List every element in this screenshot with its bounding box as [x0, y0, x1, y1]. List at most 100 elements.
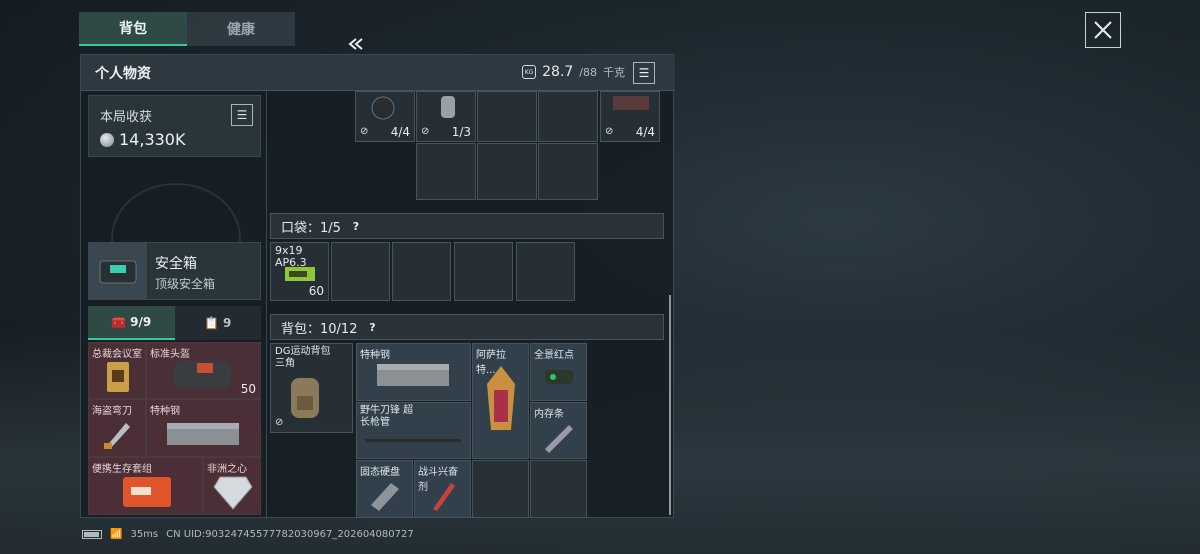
pocket-slot[interactable]: 9x19 AP6.3 60 [270, 242, 329, 301]
collapse-chevron-icon[interactable] [347, 38, 365, 54]
item-label: 野牛刀锋 超长枪管 [360, 405, 414, 428]
survival-kit-icon [117, 472, 177, 512]
ssd-icon [367, 477, 403, 516]
empty-slot[interactable] [477, 143, 537, 200]
sort-list-button[interactable]: ☰ [633, 62, 655, 84]
weight-value: 28.7 [542, 64, 574, 80]
harvest-card: 本局收获 14,330K ☰ [88, 95, 261, 157]
backpack-item[interactable]: 阿萨拉特... [472, 343, 529, 459]
empty-slot[interactable] [516, 242, 575, 301]
bag-label: DG运动背包 三角 [275, 346, 331, 369]
personal-supplies-panel: 个人物资 KG 28.7/88 千克 ☰ 本局收获 14,330K ☰ 安全箱 顶… [80, 54, 675, 519]
barrel-icon [363, 437, 463, 448]
ram-stick-icon [541, 419, 577, 458]
item-label: 全景红点 [534, 350, 574, 361]
diamond-icon [210, 470, 256, 512]
backpack-item[interactable]: 固态硬盘 [356, 460, 413, 518]
empty-slot[interactable] [454, 242, 513, 301]
panel-header: 个人物资 KG 28.7/88 千克 ☰ [81, 55, 675, 91]
backpack-item[interactable]: 全景红点 [530, 343, 587, 401]
pocket-header: 口袋：1/5? [270, 213, 664, 239]
status-footer: 📶 35ms CN UID:903247455777820309​67_2026… [82, 529, 414, 540]
toolbox-icon: 🧰 [111, 315, 127, 329]
weight-max: /88 [579, 65, 597, 79]
durability-count: 50 [240, 382, 256, 396]
harvest-label: 本局收获 [100, 110, 153, 125]
empty-slot[interactable] [392, 242, 451, 301]
backpack-item[interactable]: 特种钢 [356, 343, 471, 401]
left-column: 本局收获 14,330K ☰ 安全箱 顶级安全箱 🧰 9/9 📋 9 总裁会议室 标… [81, 91, 265, 519]
help-icon[interactable]: ? [349, 219, 363, 233]
stack-count: 4/4 [390, 125, 410, 139]
pocket-title: 口袋：1/5 [281, 220, 341, 236]
steel-bar-icon [165, 416, 241, 452]
red-dot-sight-icon [543, 364, 575, 391]
container-slot[interactable]: ⊘ 4/4 [600, 91, 660, 142]
weight-readout: KG 28.7/88 千克 [522, 64, 625, 80]
top-tabs: 背包 健康 [79, 12, 295, 46]
close-icon [1094, 21, 1112, 39]
ping-value: 35ms [130, 529, 159, 540]
no-sell-icon: ⊘ [275, 417, 284, 428]
backpack-item[interactable]: 野牛刀锋 超长枪管 [356, 402, 471, 459]
close-button[interactable] [1085, 12, 1121, 48]
empty-slot[interactable] [472, 460, 529, 518]
empty-slot[interactable] [538, 143, 598, 200]
list-icon: ☰ [236, 108, 248, 122]
ammo-count: 60 [308, 284, 324, 298]
keycard-icon [99, 359, 137, 395]
backpack-item[interactable]: 内存条 [530, 402, 587, 459]
empty-slot[interactable] [530, 460, 587, 518]
lantern-icon [481, 364, 521, 441]
loadout-slot[interactable]: 海盗弯刀 [88, 399, 146, 457]
tab-clipboard-items[interactable]: 📋 9 [174, 306, 261, 340]
tab-safebox-items[interactable]: 🧰 9/9 [88, 306, 175, 340]
no-sell-icon: ⊘ [360, 126, 369, 137]
syringe-icon [427, 477, 459, 516]
safebox-type: 顶级安全箱 [155, 277, 216, 291]
wifi-icon: 📶 [110, 529, 123, 540]
tab-clipboard-count: 9 [223, 316, 232, 330]
battery-icon [82, 530, 102, 539]
empty-slot[interactable] [477, 91, 537, 142]
loadout-slot[interactable]: 标准头盔 50 [146, 342, 261, 399]
weight-icon: KG [522, 65, 537, 79]
loadout-slot[interactable]: 特种钢 [146, 399, 261, 457]
safebox-icon [89, 243, 147, 299]
harvest-list-button[interactable]: ☰ [231, 104, 253, 126]
safebox-card[interactable]: 安全箱 顶级安全箱 [88, 242, 261, 300]
empty-slot[interactable] [416, 143, 476, 200]
loadout-slot[interactable]: 非洲之心 [203, 457, 261, 515]
panel-title: 个人物资 [95, 65, 151, 82]
loadout-slot[interactable]: 便携生存套组 [88, 457, 203, 515]
container-slot[interactable]: ⊘ 1/3 [416, 91, 476, 142]
no-sell-icon: ⊘ [421, 126, 430, 137]
weight-unit: 千克 [603, 66, 625, 79]
harvest-value-row: 14,330K [100, 130, 185, 149]
loadout-slot[interactable]: 总裁会议室 [88, 342, 146, 399]
steel-bar-icon [375, 360, 451, 393]
gear-pack-icon [611, 94, 651, 117]
help-icon[interactable]: ? [365, 320, 379, 334]
backpack-icon [285, 374, 325, 425]
tab-backpack[interactable]: 背包 [79, 12, 187, 46]
stack-count: 1/3 [451, 125, 471, 139]
empty-slot[interactable] [538, 91, 598, 142]
empty-slot[interactable] [331, 242, 390, 301]
uid-text: CN UID:903247455777820309​67_20260408072… [166, 529, 414, 540]
stack-count: 4/4 [635, 125, 655, 139]
safebox-name: 安全箱 [155, 256, 197, 272]
knife-icon [99, 416, 137, 454]
coin-icon [100, 132, 114, 147]
backpack-container[interactable]: DG运动背包 三角 ⊘ [270, 343, 353, 433]
safebox-grid: 总裁会议室 标准头盔 50 海盗弯刀 特种钢 便携生存套组 非洲之心 [88, 342, 261, 516]
scrollbar[interactable] [669, 295, 671, 515]
loadout-tabs: 🧰 9/9 📋 9 [88, 306, 261, 340]
container-slot[interactable]: ⊘ 4/4 [355, 91, 415, 142]
backpack-title: 背包：10/12 [281, 321, 358, 337]
storage-column: ⊘ 4/4 ⊘ 1/3 ⊘ 4/4 口袋：1/5? 9x19 AP6.3 60 背包：1… [266, 91, 666, 519]
canister-icon [435, 94, 461, 125]
tab-health[interactable]: 健康 [187, 12, 295, 46]
list-icon: ☰ [638, 66, 650, 80]
backpack-item[interactable]: 战斗兴奋剂 [414, 460, 471, 518]
